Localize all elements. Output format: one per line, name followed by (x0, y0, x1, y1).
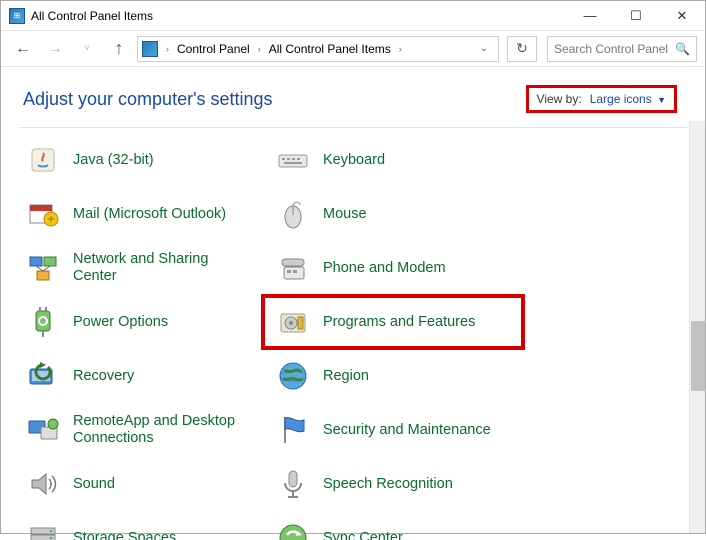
forward-button[interactable]: → (41, 35, 69, 63)
refresh-button[interactable]: ↻ (507, 36, 537, 62)
content-header: Adjust your computer's settings View by:… (1, 67, 705, 121)
recovery-icon (25, 358, 61, 394)
item-mouse[interactable]: Mouse (273, 194, 513, 234)
item-network[interactable]: Network and Sharing Center (23, 248, 263, 288)
phone-icon (275, 250, 311, 286)
storage-icon (25, 520, 61, 540)
up-button[interactable]: ↑ (105, 35, 133, 63)
remoteapp-icon (25, 412, 61, 448)
mail-icon (25, 196, 61, 232)
view-by-label: View by: (537, 92, 582, 106)
item-label: Region (323, 368, 369, 385)
scrollbar-thumb[interactable] (691, 321, 705, 391)
window-title: All Control Panel Items (31, 9, 153, 23)
item-sync[interactable]: Sync Center (273, 518, 513, 540)
sync-icon (275, 520, 311, 540)
item-label: Recovery (73, 368, 134, 385)
java-icon (25, 142, 61, 178)
item-sound[interactable]: Sound (23, 464, 263, 504)
window-controls: — ☐ ✕ (567, 1, 705, 31)
item-label: Sync Center (323, 530, 403, 540)
item-phone[interactable]: Phone and Modem (273, 248, 513, 288)
sound-icon (25, 466, 61, 502)
item-label: Keyboard (323, 152, 385, 169)
close-button[interactable]: ✕ (659, 1, 705, 31)
items-area: Java (32-bit) Keyboard Mail (Microsoft O… (1, 128, 705, 540)
item-security[interactable]: Security and Maintenance (273, 410, 513, 450)
item-programs[interactable]: Programs and Features (261, 294, 525, 350)
chevron-down-icon: ▼ (657, 95, 666, 105)
item-java[interactable]: Java (32-bit) (23, 140, 263, 180)
search-icon: 🔍 (675, 42, 690, 56)
keyboard-icon (275, 142, 311, 178)
address-dropdown-icon[interactable]: ⌄ (474, 43, 494, 54)
network-icon (25, 250, 61, 286)
item-storage[interactable]: Storage Spaces (23, 518, 263, 540)
search-input[interactable]: Search Control Panel 🔍 (547, 36, 697, 62)
control-panel-icon: ⊞ (9, 8, 25, 24)
item-region[interactable]: Region (273, 356, 513, 396)
item-label: Storage Spaces (73, 530, 176, 540)
item-label: RemoteApp and Desktop Connections (73, 413, 253, 446)
item-label: Phone and Modem (323, 260, 446, 277)
item-keyboard[interactable]: Keyboard (273, 140, 513, 180)
programs-icon (275, 304, 311, 340)
control-panel-icon-small (142, 41, 158, 57)
item-label: Sound (73, 476, 115, 493)
view-by-value: Large icons (590, 92, 652, 106)
item-label: Network and Sharing Center (73, 251, 253, 284)
titlebar: ⊞ All Control Panel Items — ☐ ✕ (1, 1, 705, 31)
item-mail[interactable]: Mail (Microsoft Outlook) (23, 194, 263, 234)
vertical-scrollbar[interactable] (689, 121, 705, 533)
maximize-button[interactable]: ☐ (613, 1, 659, 31)
back-button[interactable]: ← (9, 35, 37, 63)
breadcrumb-control-panel[interactable]: Control Panel (173, 40, 254, 58)
item-label: Programs and Features (323, 314, 475, 331)
page-title: Adjust your computer's settings (23, 89, 273, 110)
mouse-icon (275, 196, 311, 232)
item-label: Mail (Microsoft Outlook) (73, 206, 226, 223)
item-recovery[interactable]: Recovery (23, 356, 263, 396)
chevron-right-icon[interactable]: › (164, 44, 171, 54)
region-icon (275, 358, 311, 394)
power-icon (25, 304, 61, 340)
item-power[interactable]: Power Options (23, 302, 263, 342)
minimize-button[interactable]: — (567, 1, 613, 31)
search-placeholder: Search Control Panel (554, 42, 668, 56)
item-label: Mouse (323, 206, 367, 223)
navigation-bar: ← → ˅ ↑ › Control Panel › All Control Pa… (1, 31, 705, 67)
item-label: Speech Recognition (323, 476, 453, 493)
view-by-selector[interactable]: View by: Large icons ▼ (526, 85, 677, 113)
security-flag-icon (275, 412, 311, 448)
item-speech[interactable]: Speech Recognition (273, 464, 513, 504)
items-grid: Java (32-bit) Keyboard Mail (Microsoft O… (23, 140, 695, 540)
item-remoteapp[interactable]: RemoteApp and Desktop Connections (23, 410, 263, 450)
chevron-right-icon[interactable]: › (256, 44, 263, 54)
item-label: Power Options (73, 314, 168, 331)
microphone-icon (275, 466, 311, 502)
item-label: Security and Maintenance (323, 422, 491, 439)
address-bar[interactable]: › Control Panel › All Control Panel Item… (137, 36, 499, 62)
item-label: Java (32-bit) (73, 152, 154, 169)
chevron-right-icon[interactable]: › (397, 44, 404, 54)
recent-locations-dropdown[interactable]: ˅ (73, 35, 101, 63)
breadcrumb-all-items[interactable]: All Control Panel Items (265, 40, 395, 58)
